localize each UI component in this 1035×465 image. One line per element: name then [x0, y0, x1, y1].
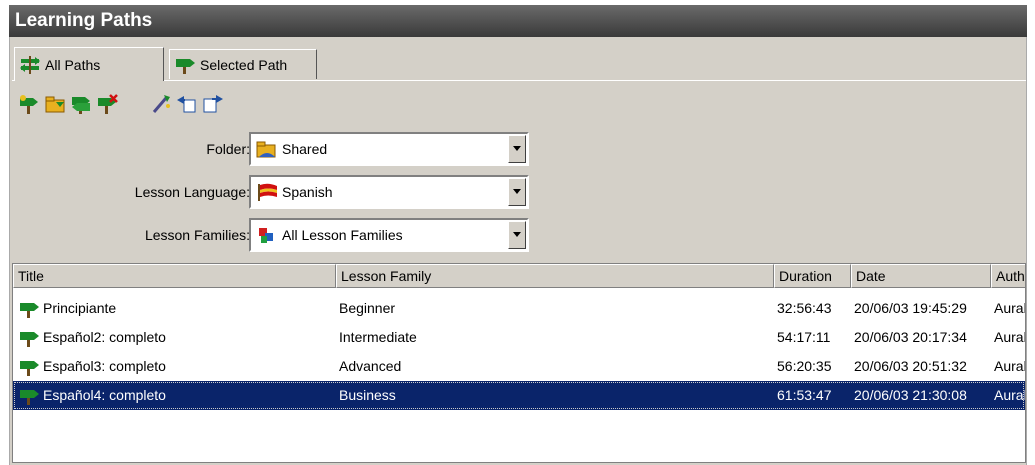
- folder-value: Shared: [251, 139, 508, 159]
- families-dropdown-button[interactable]: [508, 221, 526, 249]
- language-select[interactable]: Spanish: [249, 175, 529, 209]
- window-title: Learning Paths: [9, 5, 1027, 37]
- cell-duration: 54:17:11: [777, 329, 831, 345]
- cell-duration: 56:20:35: [777, 358, 832, 374]
- cell-author: Aural: [994, 358, 1026, 374]
- new-path-button[interactable]: [16, 91, 42, 117]
- signpost-icon: [20, 360, 39, 376]
- signpost-icon: [20, 302, 39, 318]
- cell-date: 20/06/03 21:30:08: [854, 387, 967, 403]
- paths-table: Title Lesson Family Duration Date Author…: [12, 263, 1026, 463]
- signpost-icon: [20, 331, 39, 347]
- cell-title-text: Español3: completo: [43, 358, 166, 374]
- cell-title: Español2: completo: [13, 323, 336, 352]
- import-path-button[interactable]: [174, 91, 200, 117]
- cell-duration: 32:56:43: [777, 300, 832, 316]
- folder-value-text: Shared: [282, 141, 328, 157]
- table-row[interactable]: Español2: completo Intermediate 54:17:11…: [13, 323, 1025, 352]
- column-header-date[interactable]: Date: [851, 264, 991, 288]
- cell-family: Advanced: [339, 358, 402, 374]
- chevron-down-icon: [513, 232, 521, 237]
- cell-family: Beginner: [339, 300, 396, 316]
- signpost-copy-icon: [72, 97, 90, 114]
- folder-icon: [45, 96, 65, 113]
- chevron-down-icon: [513, 146, 521, 151]
- tab-label: All Paths: [45, 56, 101, 73]
- toolbar: [16, 89, 226, 119]
- language-value-text: Spanish: [282, 184, 333, 200]
- column-header-lesson-family[interactable]: Lesson Family: [336, 264, 774, 288]
- table-row-selected[interactable]: Español4: completo Business 61:53:47 20/…: [13, 381, 1025, 410]
- delete-path-button[interactable]: [94, 91, 120, 117]
- signpost-add-icon: [20, 95, 38, 114]
- column-header-duration[interactable]: Duration: [774, 264, 851, 288]
- folder-shared-icon: [256, 141, 276, 158]
- cell-date: 20/06/03 20:17:34: [854, 329, 967, 345]
- families-value: All Lesson Families: [251, 225, 508, 245]
- cell-title-text: Principiante: [43, 300, 117, 316]
- folder-select[interactable]: Shared: [249, 132, 529, 166]
- import-icon: [177, 96, 196, 113]
- cell-author: Aural: [994, 300, 1026, 316]
- language-dropdown-button[interactable]: [508, 178, 526, 206]
- cell-title: Principiante: [13, 294, 336, 323]
- signpost-icon: [176, 58, 195, 74]
- export-path-button[interactable]: [200, 91, 226, 117]
- copy-path-button[interactable]: [68, 91, 94, 117]
- export-icon: [203, 95, 223, 113]
- folder-dropdown-button[interactable]: [508, 135, 526, 163]
- signpost-icon: [20, 389, 39, 405]
- signpost-delete-icon: [98, 94, 118, 114]
- cell-author: Aural: [994, 387, 1026, 403]
- cell-duration: 61:53:47: [777, 387, 832, 403]
- column-header-author[interactable]: Author: [991, 264, 1025, 288]
- families-label: Lesson Families:: [144, 227, 250, 243]
- tab-all-paths[interactable]: All Paths: [14, 47, 164, 81]
- families-select[interactable]: All Lesson Families: [249, 218, 529, 252]
- cell-family: Business: [339, 387, 396, 403]
- chevron-down-icon: [513, 189, 521, 194]
- table-row[interactable]: Español3: completo Advanced 56:20:35 20/…: [13, 352, 1025, 381]
- cell-title: Español4: completo: [13, 381, 336, 410]
- tab-divider: [12, 80, 1026, 81]
- cell-date: 20/06/03 19:45:29: [854, 300, 967, 316]
- language-value: Spanish: [251, 182, 508, 202]
- cell-title-text: Español2: completo: [43, 329, 166, 345]
- wand-icon: [152, 95, 170, 113]
- cell-title-text: Español4: completo: [43, 387, 166, 403]
- lesson-families-icon: [259, 228, 273, 243]
- table-header: Title Lesson Family Duration Date Author: [13, 264, 1025, 288]
- table-row[interactable]: Principiante Beginner 32:56:43 20/06/03 …: [13, 294, 1025, 323]
- folder-row: Folder: Shared: [10, 132, 550, 166]
- open-path-button[interactable]: [42, 91, 68, 117]
- folder-label: Folder:: [206, 141, 250, 157]
- cell-title: Español3: completo: [13, 352, 336, 381]
- tab-label: Selected Path: [200, 56, 288, 73]
- families-value-text: All Lesson Families: [282, 227, 403, 243]
- cell-family: Intermediate: [339, 329, 417, 345]
- paths-icon: [20, 55, 40, 74]
- cell-date: 20/06/03 20:51:32: [854, 358, 967, 374]
- language-label: Lesson Language:: [134, 184, 250, 200]
- learning-paths-panel: All Paths Selected Path Folder: Shared L…: [9, 37, 1027, 465]
- column-header-title[interactable]: Title: [13, 264, 336, 288]
- spain-flag-icon: [258, 183, 277, 201]
- language-row: Lesson Language: Spanish: [10, 175, 550, 209]
- tab-bar: All Paths Selected Path: [12, 47, 1026, 81]
- cell-author: Aural: [994, 329, 1026, 345]
- tab-selected-path[interactable]: Selected Path: [169, 49, 317, 79]
- families-row: Lesson Families: All Lesson Families: [10, 218, 550, 252]
- edit-path-button[interactable]: [148, 91, 174, 117]
